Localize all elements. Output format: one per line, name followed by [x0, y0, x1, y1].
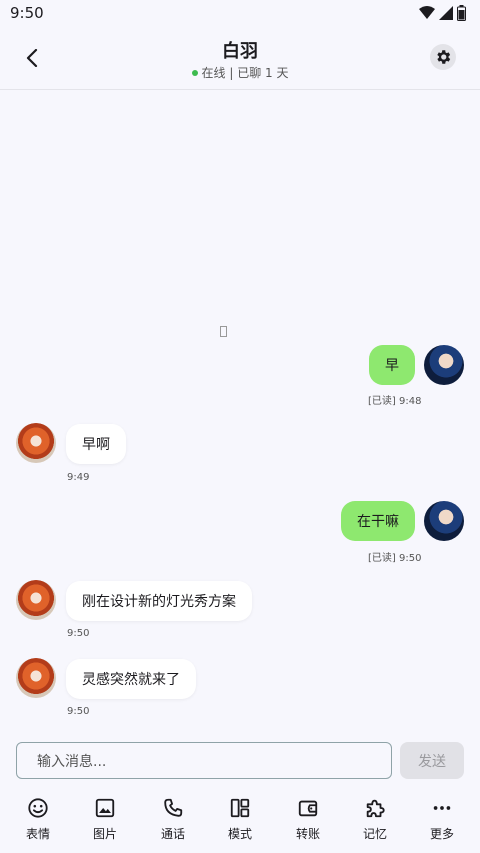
toolbar-label: 图片 — [92, 827, 117, 841]
message-bubble[interactable]: 灵感突然就来了 — [66, 659, 196, 699]
online-dot-icon — [191, 69, 198, 76]
contact-avatar[interactable] — [16, 423, 56, 463]
layout-icon — [228, 796, 252, 820]
toolbar-image[interactable]: 图片 — [75, 796, 135, 846]
contact-status: 在线 | 已聊 1 天 — [0, 64, 480, 81]
toolbar-more[interactable]: 更多 — [412, 796, 472, 846]
toolbar-memory[interactable]: 记忆 — [345, 796, 405, 846]
message-time: [已读] 9:48 — [368, 396, 422, 407]
toolbar-label: 记忆 — [362, 827, 387, 841]
bottom-toolbar: 表情 图片 通话 模式 转账 记忆 更多 — [0, 790, 480, 850]
message-bubble[interactable]: 刚在设计新的灯光秀方案 — [66, 581, 252, 621]
chat-header: 白羽 在线 | 已聊 1 天 — [0, 26, 480, 90]
toolbar-label: 更多 — [429, 827, 454, 841]
toolbar-label: 表情 — [25, 827, 50, 841]
toolbar-label: 通话 — [160, 827, 185, 841]
message-time: 9:50 — [67, 706, 90, 717]
contact-status-text: 在线 | 已聊 1 天 — [201, 66, 289, 80]
message-bubble[interactable]: 在干嘛 — [341, 501, 415, 541]
image-icon — [93, 796, 117, 820]
my-avatar[interactable] — [424, 345, 464, 385]
message-time: [已读] 9:50 — [368, 553, 422, 564]
status-bar: 9:50 — [0, 0, 480, 26]
phone-icon — [161, 796, 185, 820]
contact-name: 白羽 — [222, 41, 258, 62]
wallet-icon — [296, 796, 320, 820]
toolbar-emoji[interactable]: 表情 — [8, 796, 68, 846]
message-bubble[interactable]: 早 — [369, 345, 415, 385]
toolbar-mode[interactable]: 模式 — [210, 796, 270, 846]
toolbar-call[interactable]: 通话 — [143, 796, 203, 846]
battery-icon — [457, 5, 466, 21]
signal-icon — [439, 6, 453, 20]
contact-avatar[interactable] — [16, 580, 56, 620]
toolbar-transfer[interactable]: 转账 — [278, 796, 338, 846]
status-icons — [419, 4, 466, 22]
toolbar-label: 模式 — [227, 827, 252, 841]
wifi-icon — [419, 6, 435, 19]
contact-avatar[interactable] — [16, 658, 56, 698]
loading-indicator — [220, 326, 227, 337]
emoji-icon — [26, 796, 50, 820]
my-avatar[interactable] — [424, 501, 464, 541]
gear-icon — [437, 50, 451, 64]
puzzle-icon — [363, 796, 387, 820]
status-time: 9:50 — [10, 4, 44, 22]
toolbar-label: 转账 — [295, 827, 320, 841]
message-time: 9:49 — [67, 472, 90, 483]
more-icon — [430, 796, 454, 820]
settings-button[interactable] — [430, 44, 456, 70]
message-time: 9:50 — [67, 628, 90, 639]
send-button[interactable]: 发送 — [400, 742, 464, 779]
message-bubble[interactable]: 早啊 — [66, 424, 126, 464]
message-input[interactable]: 输入消息... — [16, 742, 392, 779]
